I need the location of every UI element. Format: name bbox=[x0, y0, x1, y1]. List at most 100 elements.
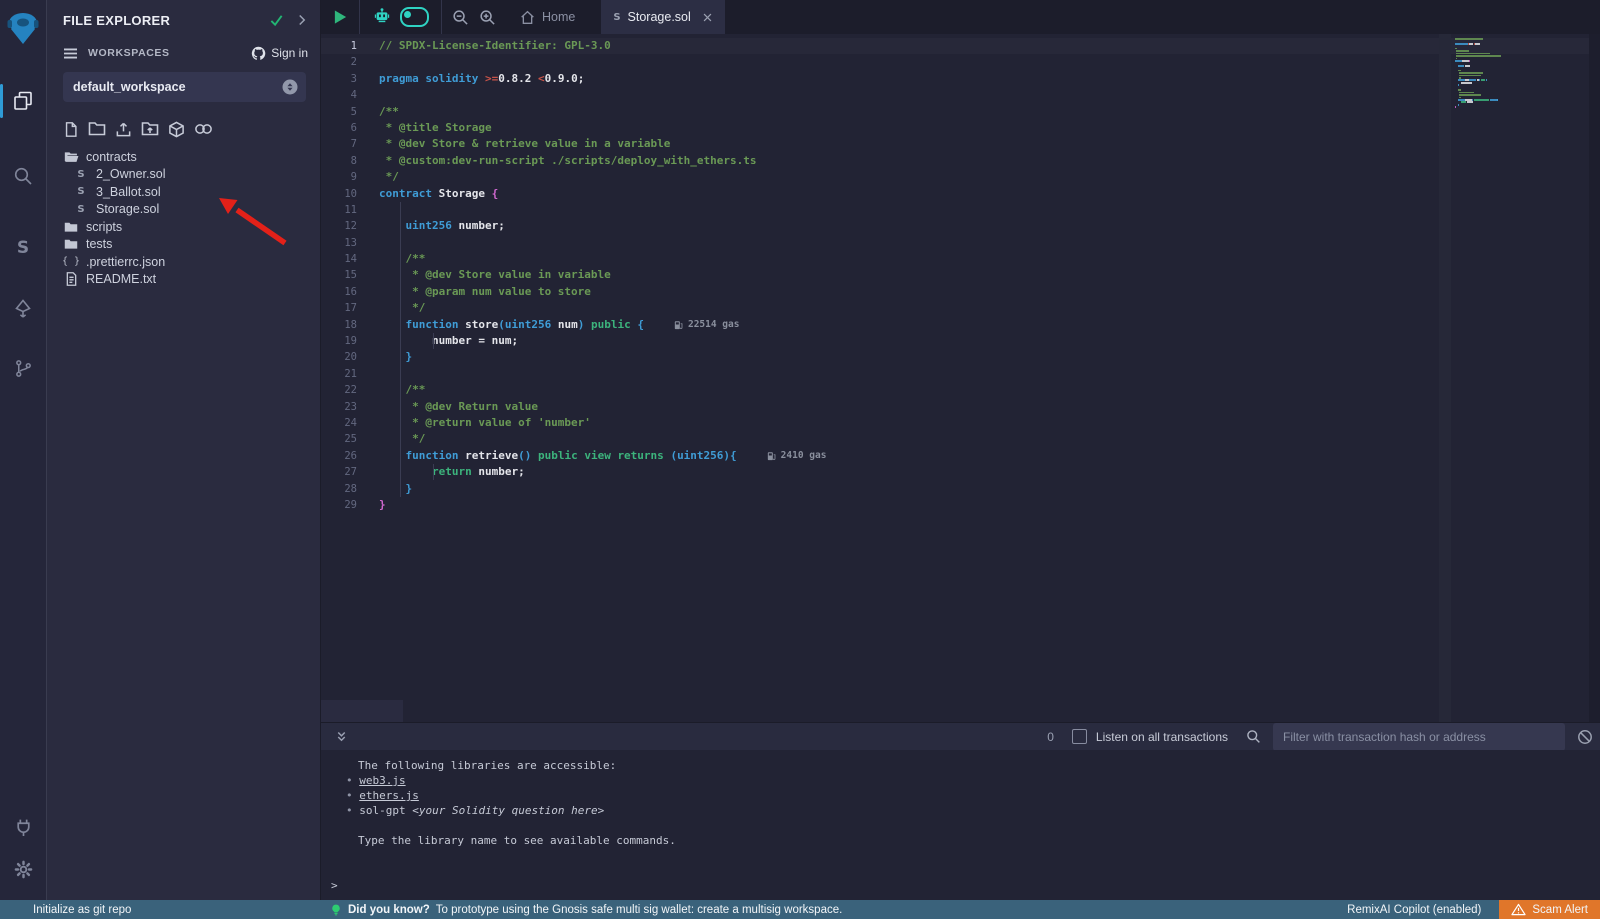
file-explorer-toolbar bbox=[47, 118, 320, 140]
filter-input[interactable] bbox=[1273, 723, 1565, 751]
play-icon bbox=[333, 9, 348, 25]
workspace-selected-value: default_workspace bbox=[73, 80, 282, 94]
code-line-26: 26 function retrieve() public view retur… bbox=[321, 448, 1600, 464]
line-number: 14 bbox=[321, 251, 379, 267]
copilot-status[interactable]: RemixAI Copilot (enabled) bbox=[1347, 904, 1481, 916]
zoom-group bbox=[442, 9, 506, 26]
terminal-link[interactable]: web3.js bbox=[359, 774, 405, 787]
terminal-line: • web3.js bbox=[331, 773, 1600, 788]
line-text: uint256 number; bbox=[379, 218, 505, 234]
plugin-manager-icon bbox=[14, 818, 33, 837]
sign-in-button[interactable]: Sign in bbox=[251, 46, 308, 61]
home-tab[interactable]: Home bbox=[506, 10, 589, 25]
listen-checkbox[interactable] bbox=[1072, 729, 1087, 744]
editor-right-gutter bbox=[1589, 34, 1600, 722]
editor-tabbar: Home S Storage.sol bbox=[321, 0, 1600, 34]
code-line-1: 1// SPDX-License-Identifier: GPL-3.0 bbox=[321, 38, 1600, 54]
line-text: * @title Storage bbox=[379, 120, 492, 136]
tree-item-label: contracts bbox=[86, 150, 137, 164]
terminal-line bbox=[331, 818, 1600, 833]
folder-open-icon bbox=[63, 151, 79, 163]
code-line-21: 21 bbox=[321, 366, 1600, 382]
line-text: /** bbox=[379, 251, 425, 267]
line-number: 16 bbox=[321, 284, 379, 300]
line-text: /** bbox=[379, 382, 425, 398]
transaction-count: 0 bbox=[1047, 730, 1054, 744]
terminal-lines: The following libraries are accessible:•… bbox=[331, 758, 1600, 848]
code-line-22: 22 /** bbox=[321, 382, 1600, 398]
status-bar-right: RemixAI Copilot (enabled) Scam Alert bbox=[1347, 900, 1600, 919]
terminal-collapse-icon[interactable] bbox=[335, 730, 348, 744]
tree-item-readme-txt[interactable]: README.txt bbox=[47, 271, 320, 289]
rail-item-solidity-compiler[interactable]: S bbox=[0, 231, 46, 265]
upload-file-icon[interactable] bbox=[115, 121, 132, 138]
tab-storage-sol[interactable]: S Storage.sol bbox=[601, 0, 724, 34]
rail-item-search[interactable] bbox=[0, 159, 46, 193]
code-editor[interactable]: 1// SPDX-License-Identifier: GPL-3.023pr… bbox=[321, 34, 1600, 722]
hamburger-menu-icon[interactable] bbox=[63, 47, 78, 60]
line-text: * @dev Store value in variable bbox=[379, 267, 611, 283]
line-number: 5 bbox=[321, 104, 379, 120]
line-number: 13 bbox=[321, 235, 379, 251]
tree-item-label: .prettierrc.json bbox=[86, 255, 165, 269]
new-file-icon[interactable] bbox=[63, 121, 79, 138]
rail-item-git[interactable] bbox=[0, 351, 46, 385]
rail-item-remix-logo[interactable] bbox=[0, 0, 46, 56]
git-init-button[interactable]: Initialize as git repo bbox=[33, 904, 131, 916]
file-explorer-header: FILE EXPLORER bbox=[47, 0, 320, 40]
settings-icon bbox=[14, 860, 33, 879]
zoom-out-icon[interactable] bbox=[452, 9, 469, 26]
ai-robot-icon[interactable] bbox=[372, 7, 392, 27]
scam-alert-button[interactable]: Scam Alert bbox=[1499, 900, 1600, 919]
workspace-select[interactable]: default_workspace bbox=[63, 72, 306, 102]
upload-folder-icon[interactable] bbox=[141, 121, 159, 137]
line-number: 28 bbox=[321, 481, 379, 497]
editor-scrollbar[interactable] bbox=[1439, 34, 1451, 722]
code-line-16: 16 * @param num value to store bbox=[321, 284, 1600, 300]
rail-item-file-explorer[interactable] bbox=[0, 84, 46, 118]
chevron-right-icon[interactable] bbox=[296, 14, 308, 26]
tree-item-contracts[interactable]: contracts bbox=[47, 148, 320, 166]
terminal-link[interactable]: ethers.js bbox=[359, 789, 419, 802]
rail-item-settings[interactable] bbox=[0, 852, 46, 886]
terminal-output[interactable]: The following libraries are accessible:•… bbox=[321, 750, 1600, 900]
minimap[interactable] bbox=[1453, 38, 1539, 109]
link-icon[interactable] bbox=[194, 122, 213, 136]
code-line-7: 7 * @dev Store & retrieve value in a var… bbox=[321, 136, 1600, 152]
line-text: * @custom:dev-run-script ./scripts/deplo… bbox=[379, 153, 757, 169]
remix-ide-window: S FILE EXPLORER WORKSPACES Sig bbox=[0, 0, 1600, 919]
tree-item--prettierrc-json[interactable]: { }.prettierrc.json bbox=[47, 253, 320, 271]
copilot-toggle[interactable] bbox=[400, 7, 429, 27]
terminal-line: Type the library name to see available c… bbox=[331, 833, 1600, 848]
line-number: 20 bbox=[321, 349, 379, 365]
zoom-in-icon[interactable] bbox=[479, 9, 496, 26]
cube-icon[interactable] bbox=[168, 121, 185, 138]
line-text: // SPDX-License-Identifier: GPL-3.0 bbox=[379, 38, 611, 54]
remix-logo-icon bbox=[5, 9, 41, 47]
rail-item-deploy-run[interactable] bbox=[0, 292, 46, 326]
terminal-prompt[interactable]: > bbox=[331, 878, 1600, 893]
tree-item-tests[interactable]: tests bbox=[47, 236, 320, 254]
new-folder-icon[interactable] bbox=[88, 121, 106, 137]
line-text: */ bbox=[379, 431, 425, 447]
tree-item-3-ballot-sol[interactable]: S3_Ballot.sol bbox=[47, 183, 320, 201]
home-tab-label: Home bbox=[542, 10, 575, 24]
code-line-20: 20 } bbox=[321, 349, 1600, 365]
deploy-run-icon bbox=[13, 299, 33, 319]
line-text: pragma solidity >=0.8.2 <0.9.0; bbox=[379, 71, 584, 87]
tree-item-2-owner-sol[interactable]: S2_Owner.sol bbox=[47, 166, 320, 184]
tree-item-storage-sol[interactable]: SStorage.sol bbox=[47, 201, 320, 219]
clear-filter-icon[interactable] bbox=[1577, 729, 1593, 745]
line-number: 6 bbox=[321, 120, 379, 136]
rail-item-plugin-manager[interactable] bbox=[0, 810, 46, 844]
run-script-button[interactable] bbox=[321, 0, 359, 34]
folder-icon bbox=[63, 238, 79, 250]
close-icon[interactable] bbox=[702, 12, 713, 23]
line-text: * @return value of 'number' bbox=[379, 415, 591, 431]
check-icon[interactable] bbox=[269, 13, 284, 28]
tree-item-scripts[interactable]: scripts bbox=[47, 218, 320, 236]
tree-item-label: scripts bbox=[86, 220, 122, 234]
search-icon[interactable] bbox=[1246, 729, 1261, 744]
folder-icon bbox=[63, 221, 79, 233]
file-explorer-panel: FILE EXPLORER WORKSPACES Sign in bbox=[47, 0, 320, 900]
